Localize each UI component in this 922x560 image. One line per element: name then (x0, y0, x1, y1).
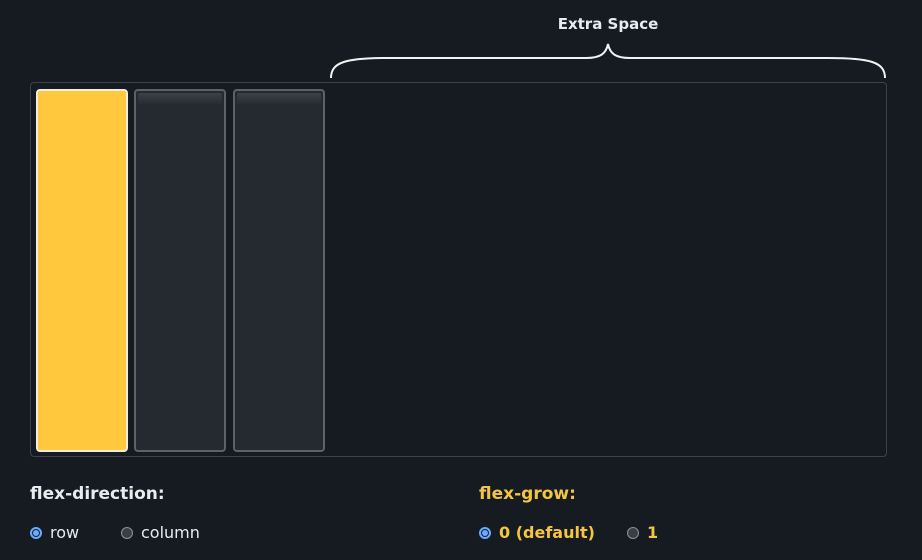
radio-unselected-icon[interactable] (627, 526, 639, 539)
flex-item[interactable] (233, 89, 325, 452)
flex-grow-title: flex-grow: (479, 484, 576, 504)
flex-grow-option-0[interactable]: 0 (default) (479, 523, 595, 542)
flex-item[interactable] (134, 89, 226, 452)
radio-selected-icon[interactable] (479, 526, 491, 539)
radio-selected-icon[interactable] (30, 526, 42, 539)
extra-space-label: Extra Space (557, 15, 659, 33)
flex-container (30, 82, 887, 457)
flex-item-shade (237, 93, 321, 105)
flex-item-shade (138, 93, 222, 105)
option-label: 0 (default) (499, 523, 595, 542)
option-label: column (141, 523, 200, 542)
flex-direction-title: flex-direction: (30, 484, 165, 504)
extra-space-brace (330, 43, 886, 79)
flexbox-demo-page: Extra Space flex-direction: flex-grow: r… (0, 0, 922, 560)
flex-direction-option-column[interactable]: column (121, 523, 200, 542)
radio-unselected-icon[interactable] (121, 526, 133, 539)
flex-direction-option-row[interactable]: row (30, 523, 79, 542)
option-label: row (50, 523, 80, 542)
flex-item-selected[interactable] (36, 89, 128, 452)
flex-grow-option-1[interactable]: 1 (627, 523, 658, 542)
option-label: 1 (647, 523, 659, 542)
